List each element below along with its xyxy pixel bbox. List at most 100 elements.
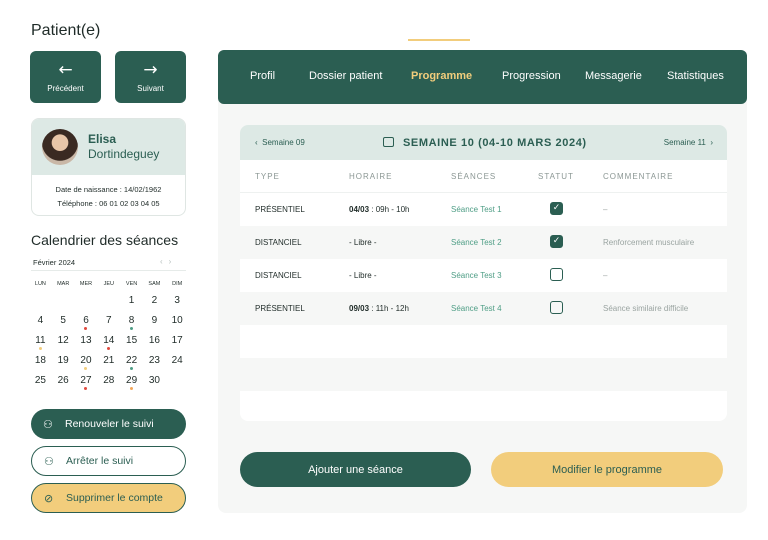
previous-label: Précédent	[47, 83, 84, 93]
divider	[31, 270, 186, 271]
session-dot	[84, 367, 88, 370]
calendar-day[interactable]: 21	[97, 355, 120, 375]
calendar-day[interactable]: 13	[75, 335, 98, 355]
table-row: DISTANCIEL - Libre - Séance Test 3 –	[240, 259, 727, 292]
calendar-day[interactable]: 3	[166, 295, 189, 315]
calendar-empty	[166, 375, 189, 395]
chevron-left-icon[interactable]: ‹	[160, 257, 169, 266]
calendar-day[interactable]: 22	[120, 355, 143, 375]
calendar-weekdays: LUN MAR MER JEU VEN SAM DIM	[29, 281, 189, 295]
calendar-day[interactable]: 11	[29, 335, 52, 355]
calendar-day[interactable]: 8	[120, 315, 143, 335]
chevron-right-icon: ›	[710, 138, 713, 147]
calendar-day[interactable]: 1	[120, 295, 143, 315]
session-link[interactable]: Séance Test 3	[451, 271, 502, 280]
weekday-label: MER	[79, 281, 93, 287]
calendar-empty	[97, 295, 120, 315]
calendar-day[interactable]: 28	[97, 375, 120, 395]
tab-messagerie[interactable]: Messagerie	[585, 70, 642, 82]
session-link[interactable]: Séance Test 2	[451, 238, 502, 247]
session-date: 04/03	[349, 205, 370, 214]
calendar-day[interactable]: 29	[120, 375, 143, 395]
stop-follow-up-button[interactable]: ⚇ Arrêter le suivi	[31, 446, 186, 476]
status-checkbox[interactable]: ✓	[550, 235, 563, 248]
session-time: - Libre -	[349, 271, 377, 280]
arrow-left-icon: ←	[58, 59, 73, 80]
weekday-label: DIM	[172, 281, 183, 287]
patient-info: Date de naissance : 14/02/1962 Téléphone…	[32, 175, 185, 211]
calendar-day[interactable]: 16	[143, 335, 166, 355]
status-checkbox[interactable]: ✓	[550, 202, 563, 215]
tab-dossier-patient[interactable]: Dossier patient	[309, 70, 382, 82]
tab-progression[interactable]: Progression	[502, 70, 561, 82]
session-time: 09/03 : 11h - 12h	[349, 304, 409, 313]
calendar-day[interactable]: 9	[143, 315, 166, 335]
calendar-day[interactable]: 7	[97, 315, 120, 335]
calendar-week: 25 26 27 28 29 30	[29, 375, 189, 395]
calendar-month: Février 2024	[33, 258, 76, 267]
status-checkbox[interactable]	[550, 301, 563, 314]
week-title: SEMAINE 10 (04-10 MARS 2024)	[383, 136, 587, 149]
chevron-right-icon[interactable]: ›	[169, 257, 178, 266]
tab-profil[interactable]: Profil	[250, 70, 275, 82]
weekday-label: MAR	[57, 281, 70, 287]
next-week-link[interactable]: Semaine 11 ›	[664, 138, 713, 147]
calendar-day[interactable]: 26	[52, 375, 75, 395]
patient-card: Elisa Dortindeguey Date de naissance : 1…	[31, 118, 186, 216]
calendar-nav[interactable]: ‹›	[160, 257, 177, 266]
calendar-day[interactable]: 15	[120, 335, 143, 355]
calendar-day[interactable]: 30	[143, 375, 166, 395]
status-checkbox[interactable]	[550, 268, 563, 281]
session-dot	[84, 387, 88, 390]
add-session-button[interactable]: Ajouter une séance	[240, 452, 471, 487]
edit-program-button[interactable]: Modifier le programme	[491, 452, 723, 487]
calendar-day[interactable]: 18	[29, 355, 52, 375]
patient-name: Elisa Dortindeguey	[88, 132, 159, 162]
calendar-day[interactable]: 25	[29, 375, 52, 395]
tab-statistiques[interactable]: Statistiques	[667, 70, 724, 82]
calendar-day[interactable]: 6	[75, 315, 98, 335]
chevron-left-icon: ‹	[255, 138, 260, 147]
session-link[interactable]: Séance Test 1	[451, 205, 502, 214]
calendar-day[interactable]: 27	[75, 375, 98, 395]
renew-follow-up-button[interactable]: ⚇ Renouveler le suivi	[31, 409, 186, 439]
column-header: STATUT	[538, 172, 574, 181]
tab-programme[interactable]: Programme	[411, 70, 472, 82]
calendar-day[interactable]: 17	[166, 335, 189, 355]
next-week-label: Semaine 11	[663, 138, 706, 147]
session-hours: - Libre -	[349, 238, 377, 247]
calendar-day[interactable]: 5	[52, 315, 75, 335]
arrow-right-icon: →	[143, 59, 158, 80]
session-comment: Renforcement musculaire	[603, 238, 695, 247]
calendar-title: Calendrier des séances	[31, 232, 179, 248]
session-dot	[107, 347, 111, 350]
weekday-label: SAM	[148, 281, 161, 287]
delete-account-button[interactable]: ⊘ Supprimer le compte	[31, 483, 186, 513]
page-title: Patient(e)	[31, 22, 101, 39]
calendar-day[interactable]: 12	[52, 335, 75, 355]
active-tab-indicator	[408, 39, 470, 41]
calendar-day[interactable]: 10	[166, 315, 189, 335]
session-comment: –	[603, 271, 608, 280]
calendar-day[interactable]: 23	[143, 355, 166, 375]
calendar-day[interactable]: 14	[97, 335, 120, 355]
table-header: TYPE HORAIRE SÉANCES STATUT COMMENTAIRE	[240, 160, 727, 193]
phone: Téléphone : 06 01 02 03 04 05	[57, 199, 160, 208]
birth-date: Date de naissance : 14/02/1962	[55, 185, 162, 194]
previous-button[interactable]: ← Précédent	[30, 51, 101, 103]
stop-label: Arrêter le suivi	[66, 455, 134, 467]
calendar-day[interactable]: 4	[29, 315, 52, 335]
session-type: PRÉSENTIEL	[255, 304, 305, 313]
table-row	[240, 325, 727, 358]
user-stop-icon: ⚇	[44, 454, 54, 468]
session-link[interactable]: Séance Test 4	[451, 304, 502, 313]
calendar-day[interactable]: 24	[166, 355, 189, 375]
patient-first-name: Elisa	[88, 132, 117, 146]
weekday-label: LUN	[34, 281, 46, 287]
calendar-day[interactable]: 20	[75, 355, 98, 375]
next-button[interactable]: → Suivant	[115, 51, 186, 103]
calendar-week: 123	[29, 295, 189, 315]
calendar-day[interactable]: 2	[143, 295, 166, 315]
previous-week-link[interactable]: ‹ Semaine 09	[255, 138, 305, 147]
calendar-day[interactable]: 19	[52, 355, 75, 375]
